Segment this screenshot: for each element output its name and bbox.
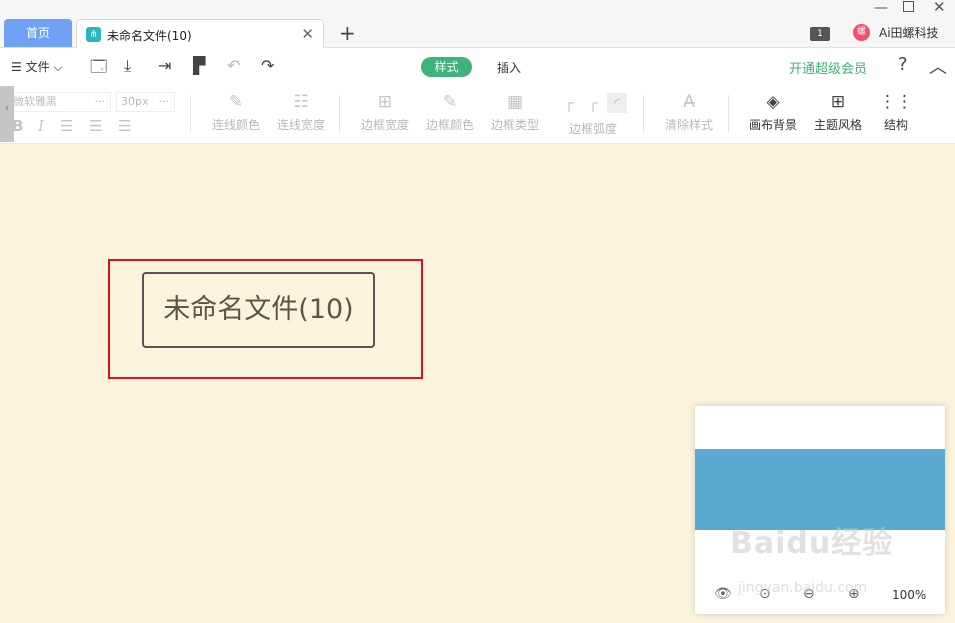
window-close-icon[interactable]: ✕: [933, 0, 946, 16]
divider: [728, 95, 729, 133]
canvas-background-label: 画布背景: [749, 118, 798, 132]
border-radius-options: ┌ ╭ ◜: [559, 92, 631, 114]
user-name[interactable]: Ai田螺科技: [879, 24, 939, 41]
border-color-button[interactable]: ✎ 边框颜色: [426, 90, 474, 133]
corner-square-icon[interactable]: ┌: [559, 93, 579, 113]
vip-upgrade-link[interactable]: 开通超级会员: [789, 58, 867, 77]
border-radius-label: 边框弧度: [569, 122, 618, 136]
mindmap-file-icon: ⋔: [86, 27, 101, 42]
notification-badge[interactable]: 1: [810, 27, 830, 41]
paint-bucket-icon: ◈: [766, 92, 780, 112]
border-type-button[interactable]: ▦ 边框类型: [491, 90, 539, 133]
add-tab-icon[interactable]: +: [339, 20, 356, 46]
format-ribbon: 微软雅黑 ··· ‹ 30px ··· B I ☰ ☰ ☰ ✎ 连线颜色 ☷ 连…: [0, 86, 955, 144]
corner-large-radius-icon[interactable]: ◜: [607, 93, 627, 113]
theme-style-button[interactable]: ⊞ 主题风格: [814, 90, 862, 133]
structure-label: 结构: [883, 118, 908, 132]
save-icon[interactable]: 🗔: [90, 56, 107, 83]
brush-icon: ✎: [442, 92, 458, 112]
align-center-icon[interactable]: ☰: [89, 117, 102, 135]
italic-icon[interactable]: I: [38, 117, 44, 135]
tab-insert[interactable]: 插入: [497, 59, 521, 76]
more-icon: ···: [94, 95, 106, 108]
watermark-url: jingyan.baidu.com: [738, 580, 868, 596]
minimize-icon[interactable]: —: [874, 0, 888, 16]
structure-button[interactable]: ⋮⋮ 结构: [879, 90, 913, 133]
border-color-label: 边框颜色: [426, 118, 475, 132]
undo-icon[interactable]: ↶: [227, 56, 240, 75]
tab-document[interactable]: ⋔ 未命名文件(10) ✕: [76, 19, 324, 49]
chevron-down-icon: ⌵: [53, 60, 63, 74]
bold-icon[interactable]: B: [12, 117, 23, 135]
divider: [339, 95, 340, 133]
structure-tree-icon: ⋮⋮: [879, 92, 913, 112]
watermark-logo: Baidu经验: [730, 526, 894, 561]
border-width-icon: ⊞: [377, 92, 393, 112]
line-width-button[interactable]: ☷ 连线宽度: [277, 90, 325, 133]
title-bar: 首页 ⋔ 未命名文件(10) ✕ + — ✕ 1 螺 Ai田螺科技: [0, 0, 955, 49]
border-width-label: 边框宽度: [361, 118, 410, 132]
clear-style-button[interactable]: A̶ 清除样式: [665, 90, 713, 133]
tab-document-label: 未命名文件(10): [107, 29, 192, 43]
corner-small-radius-icon[interactable]: ╭: [583, 93, 603, 113]
border-type-label: 边框类型: [491, 118, 540, 132]
format-painter-icon[interactable]: ▛: [193, 56, 205, 75]
align-right-icon[interactable]: ☰: [118, 117, 131, 135]
align-left-icon[interactable]: ☰: [60, 117, 73, 135]
menu-icon: ☰: [11, 60, 22, 74]
canvas-background-button[interactable]: ◈ 画布背景: [749, 90, 797, 133]
help-icon[interactable]: ?: [898, 54, 908, 75]
main-toolbar: ☰ 文件 ⌵ 🗔 ⤓ ⇥ ▛ ↶ ↷ 样式 插入 开通超级会员 ? ︿: [0, 48, 955, 86]
font-size-select[interactable]: 30px ···: [116, 92, 175, 112]
eye-icon[interactable]: 👁: [714, 586, 732, 602]
maximize-icon[interactable]: [903, 1, 914, 12]
theme-grid-icon: ⊞: [830, 92, 846, 112]
font-family-value: 微软雅黑: [13, 95, 57, 108]
divider: [643, 95, 644, 133]
clear-format-icon: A̶: [683, 92, 695, 112]
export-icon[interactable]: ⇥: [158, 56, 171, 75]
line-width-icon: ☷: [293, 92, 309, 112]
chevron-up-icon[interactable]: ︿: [929, 53, 947, 79]
more-icon: ···: [158, 95, 170, 108]
tab-home[interactable]: 首页: [4, 19, 72, 47]
line-color-label: 连线颜色: [212, 118, 261, 132]
tab-style[interactable]: 样式: [421, 57, 472, 77]
line-width-label: 连线宽度: [277, 118, 326, 132]
font-size-value: 30px: [121, 95, 149, 108]
clear-style-label: 清除样式: [665, 118, 714, 132]
download-icon[interactable]: ⤓: [124, 56, 131, 76]
divider: [190, 95, 191, 133]
line-color-button[interactable]: ✎ 连线颜色: [212, 90, 260, 133]
redo-icon[interactable]: ↷: [261, 56, 274, 75]
border-type-icon: ▦: [506, 92, 524, 112]
central-topic-node[interactable]: 未命名文件(10): [142, 272, 375, 348]
border-width-button[interactable]: ⊞ 边框宽度: [361, 90, 409, 133]
theme-style-label: 主题风格: [814, 118, 863, 132]
avatar[interactable]: 螺: [853, 24, 870, 41]
font-family-select[interactable]: 微软雅黑 ···: [10, 92, 111, 112]
file-menu-label: 文件: [25, 60, 50, 74]
brush-icon: ✎: [228, 92, 244, 112]
zoom-level: 100%: [892, 588, 927, 602]
file-menu-button[interactable]: ☰ 文件 ⌵: [11, 58, 63, 75]
close-tab-icon[interactable]: ✕: [301, 25, 314, 43]
